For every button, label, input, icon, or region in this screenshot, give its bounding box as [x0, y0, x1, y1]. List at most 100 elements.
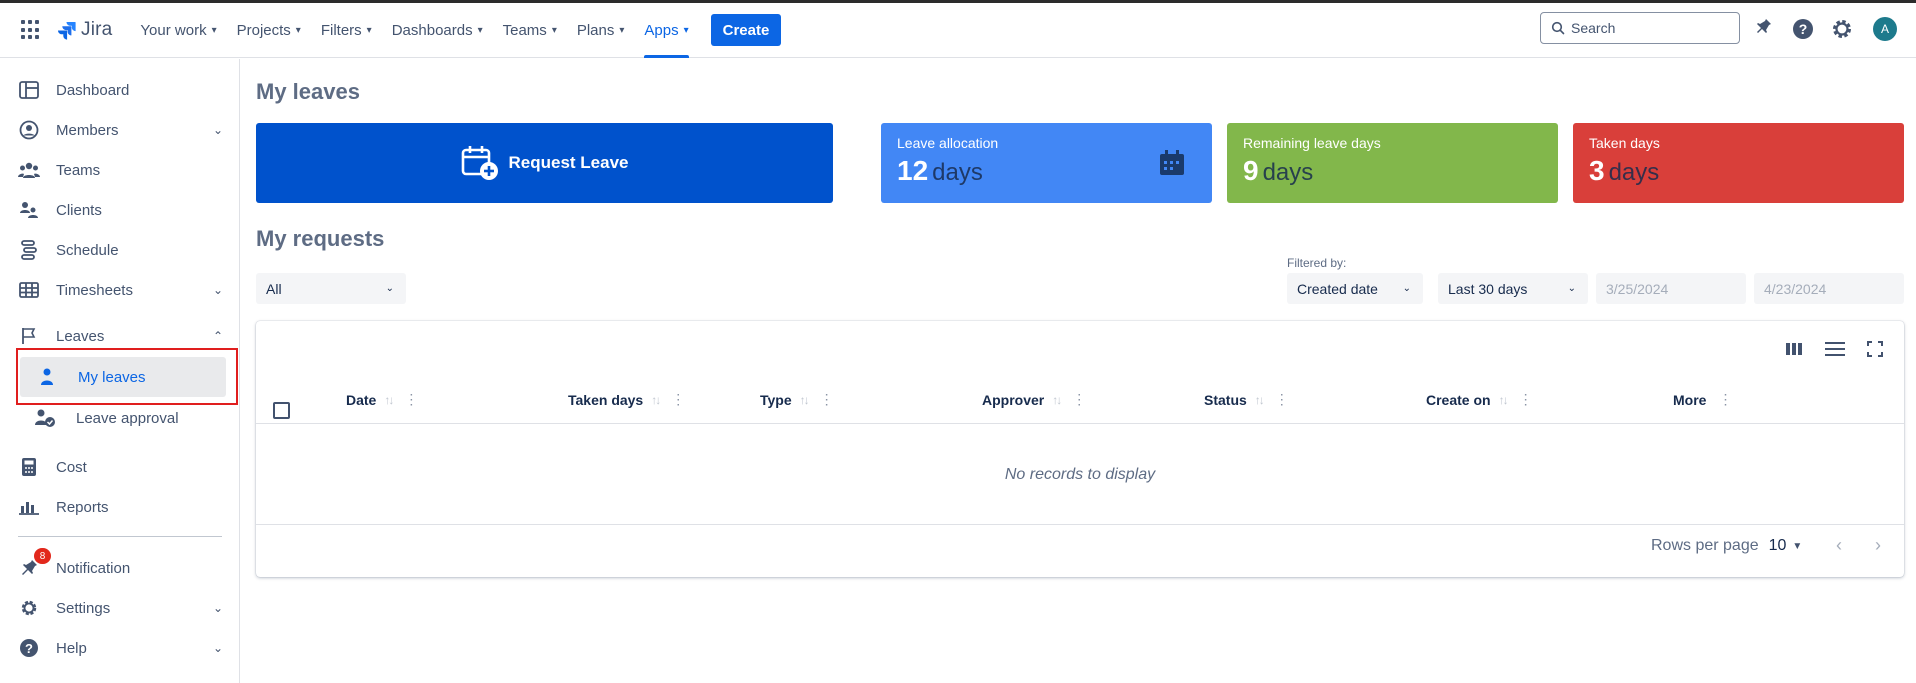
user-avatar[interactable]: A	[1873, 17, 1897, 41]
caret-down-icon[interactable]: ▼	[1792, 541, 1802, 552]
date-range-select[interactable]: Last 30 days ⌄	[1438, 273, 1588, 304]
chevron-down-icon: ▾	[683, 24, 689, 36]
chevron-down-icon[interactable]: ⌄	[213, 641, 223, 655]
stat-label: Taken days	[1589, 135, 1660, 151]
sidebar-item-cost[interactable]: Cost	[18, 452, 223, 482]
nav-apps[interactable]: Apps ▾	[634, 3, 698, 58]
chevron-down-icon: ▾	[551, 24, 557, 36]
nav-label: Projects	[236, 21, 291, 39]
sidebar-label: Teams	[56, 161, 101, 179]
column-label: Create on	[1426, 391, 1491, 408]
stat-taken-days: Taken days 3 days	[1573, 123, 1904, 203]
column-label: Type	[760, 391, 792, 408]
sort-icon[interactable]: ↑↓	[800, 393, 810, 407]
previous-page-icon[interactable]: ‹	[1836, 535, 1842, 556]
fullscreen-icon[interactable]	[1866, 339, 1884, 359]
select-value: Last 30 days	[1448, 280, 1528, 297]
sort-icon[interactable]: ↑↓	[384, 393, 394, 407]
column-label: Date	[346, 391, 377, 408]
highlight-annotation	[16, 348, 238, 405]
sidebar-label: Reports	[56, 498, 109, 516]
sidebar-label: Leaves	[56, 327, 105, 345]
nav-projects[interactable]: Projects ▾	[227, 3, 311, 58]
sidebar-label: Clients	[56, 201, 102, 219]
more-vertical-icon[interactable]: ⋮	[820, 391, 834, 408]
more-vertical-icon[interactable]: ⋮	[1718, 391, 1732, 408]
more-vertical-icon[interactable]: ⋮	[1072, 391, 1086, 408]
column-header-status[interactable]: Status ↑↓ ⋮	[1204, 391, 1289, 408]
density-icon[interactable]	[1824, 339, 1846, 359]
nav-label: Filters	[320, 21, 362, 39]
help-icon[interactable]: ?	[1792, 18, 1814, 40]
rows-per-page-label: Rows per page	[1651, 537, 1759, 554]
sidebar-label: Leave approval	[76, 409, 179, 427]
nav-filters[interactable]: Filters ▾	[311, 3, 382, 58]
date-to-input[interactable]: 4/23/2024	[1754, 273, 1904, 304]
sidebar-label: Dashboard	[56, 81, 130, 99]
stat-value: 12	[897, 155, 929, 186]
sort-icon[interactable]: ↑↓	[651, 393, 661, 407]
stat-value: 3	[1589, 155, 1605, 186]
sidebar-item-teams[interactable]: Teams	[18, 155, 223, 185]
sidebar-item-schedule[interactable]: Schedule	[18, 235, 223, 265]
nav-menu: Your work ▾ Projects ▾ Filters ▾ Dashboards…	[130, 3, 698, 58]
sort-icon[interactable]: ↑↓	[1255, 393, 1265, 407]
chevron-up-icon[interactable]: ⌃	[213, 329, 223, 343]
column-header-approver[interactable]: Approver ↑↓ ⋮	[982, 391, 1086, 408]
nav-your-work[interactable]: Your work ▾	[130, 3, 226, 58]
status-filter-select[interactable]: All ⌄	[256, 273, 406, 304]
column-header-type[interactable]: Type ↑↓ ⋮	[760, 391, 834, 408]
date-from-input[interactable]: 3/25/2024	[1596, 273, 1746, 304]
megaphone-icon: 8	[18, 548, 51, 579]
select-value: Created date	[1297, 280, 1378, 297]
rows-per-page-select[interactable]: 10	[1769, 537, 1787, 555]
sidebar-item-leaves[interactable]: Leaves ⌃	[18, 321, 223, 351]
nav-label: Dashboards	[391, 21, 473, 39]
section-title: My requests	[256, 226, 385, 251]
sort-icon[interactable]: ↑↓	[1499, 393, 1509, 407]
column-label: More	[1673, 391, 1707, 408]
date-field-select[interactable]: Created date ⌄	[1287, 273, 1423, 304]
column-header-date[interactable]: Date ↑↓ ⋮	[346, 391, 418, 408]
app-switcher-icon[interactable]	[21, 20, 41, 40]
next-page-icon[interactable]: ›	[1875, 535, 1881, 556]
request-leave-button[interactable]: Request Leave	[256, 123, 833, 203]
sort-icon[interactable]: ↑↓	[1052, 393, 1062, 407]
table-header: Date ↑↓ ⋮ Taken days ↑↓ ⋮ Type ↑↓ ⋮ Approver ↑↓…	[256, 391, 1904, 413]
column-label: Approver	[982, 391, 1045, 408]
chevron-down-icon[interactable]: ⌄	[213, 283, 223, 297]
nav-teams[interactable]: Teams ▾	[493, 3, 567, 58]
column-label: Status	[1204, 391, 1247, 408]
sidebar-item-members[interactable]: Members ⌄	[18, 115, 223, 145]
search-icon	[1551, 21, 1565, 35]
search-input[interactable]: Search	[1540, 12, 1740, 44]
sidebar-item-help[interactable]: ? Help ⌄	[18, 633, 223, 663]
column-header-create-on[interactable]: Create on ↑↓ ⋮	[1426, 391, 1533, 408]
sidebar-item-timesheets[interactable]: Timesheets ⌄	[18, 275, 223, 305]
select-value: All	[266, 280, 282, 297]
sidebar-label: Notification	[56, 559, 131, 577]
jira-logo[interactable]: Jira	[57, 19, 112, 41]
more-vertical-icon[interactable]: ⋮	[404, 391, 418, 408]
notification-badge: 8	[34, 548, 51, 564]
sidebar-item-settings[interactable]: Settings ⌄	[18, 593, 223, 623]
sidebar-item-clients[interactable]: Clients	[18, 195, 223, 225]
settings-gear-icon[interactable]	[1831, 18, 1853, 40]
nav-plans[interactable]: Plans ▾	[567, 3, 635, 58]
columns-icon[interactable]	[1784, 339, 1804, 359]
create-button[interactable]: Create	[710, 14, 782, 46]
column-header-more[interactable]: More ⋮	[1673, 391, 1732, 408]
notification-bell-icon[interactable]	[1753, 18, 1773, 38]
more-vertical-icon[interactable]: ⋮	[1519, 391, 1533, 408]
chevron-down-icon[interactable]: ⌄	[213, 123, 223, 137]
nav-dashboards[interactable]: Dashboards ▾	[382, 3, 493, 58]
chevron-down-icon[interactable]: ⌄	[213, 601, 223, 615]
sidebar-item-reports[interactable]: Reports	[18, 492, 223, 522]
column-header-taken-days[interactable]: Taken days ↑↓ ⋮	[568, 391, 685, 408]
more-vertical-icon[interactable]: ⋮	[1275, 391, 1289, 408]
more-vertical-icon[interactable]: ⋮	[671, 391, 685, 408]
sidebar-item-notification[interactable]: 8 Notification	[18, 548, 223, 583]
chevron-down-icon: ▾	[477, 24, 483, 36]
svg-text:?: ?	[25, 641, 33, 656]
sidebar-item-dashboard[interactable]: Dashboard	[18, 75, 223, 105]
